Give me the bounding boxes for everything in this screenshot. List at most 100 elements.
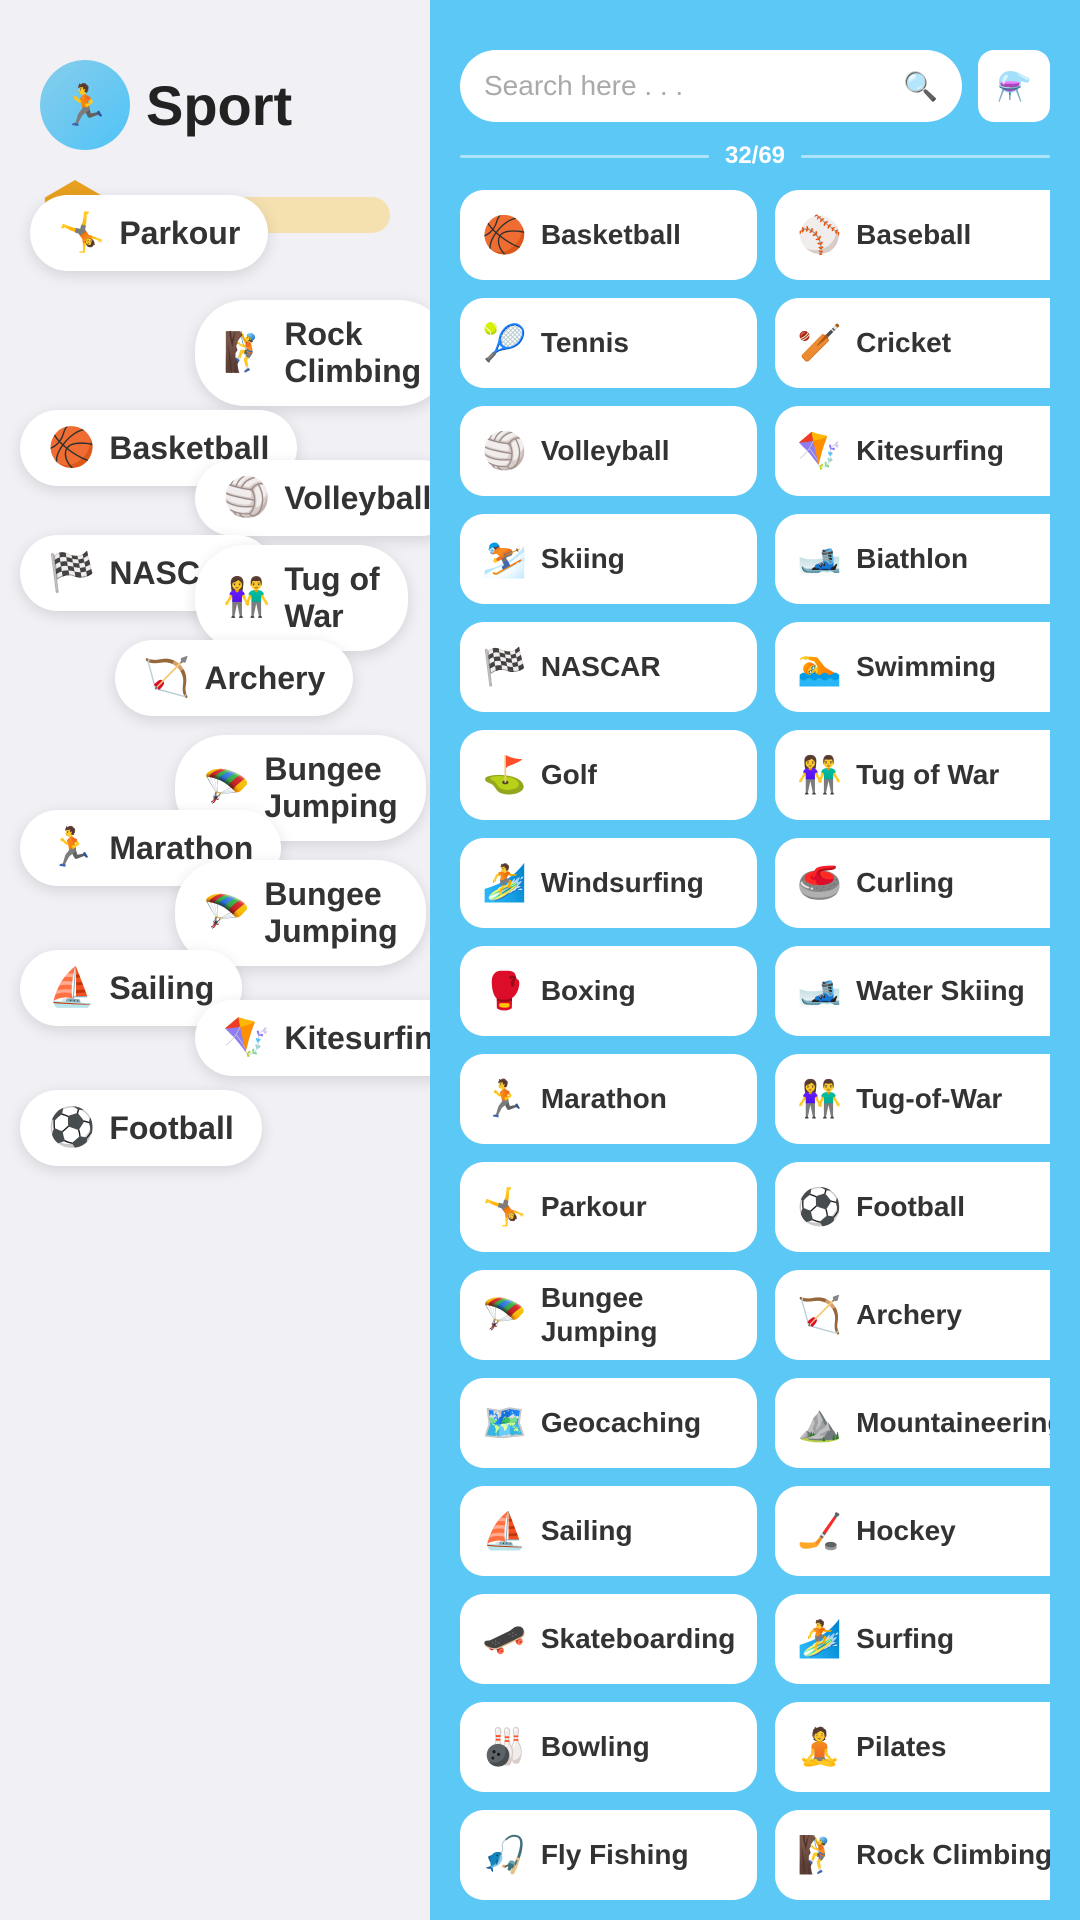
left-card-rock-climbing[interactable]: 🧗 Rock Climbing: [195, 300, 430, 406]
sport-label: Windsurfing: [541, 866, 704, 900]
sport-label: Bungee Jumping: [541, 1281, 735, 1348]
sport-emoji: 🛹: [482, 1618, 527, 1660]
sailing-emoji: ⛵: [48, 966, 95, 1010]
grid-sport-card[interactable]: 🥊Boxing: [460, 946, 757, 1036]
sport-emoji: 🎿: [797, 538, 842, 580]
sport-label: Water Skiing: [856, 974, 1025, 1008]
grid-sport-card[interactable]: 🎣Fly Fishing: [460, 1810, 757, 1900]
left-card-football[interactable]: ⚽ Football: [20, 1090, 262, 1166]
sport-emoji: 🧘: [797, 1726, 842, 1768]
sport-emoji: 🤸: [482, 1186, 527, 1228]
filter-button[interactable]: ⚗️: [978, 50, 1050, 122]
grid-sport-card[interactable]: 🏁NASCAR: [460, 622, 757, 712]
grid-sport-card[interactable]: 🏐 Volleyball: [460, 406, 757, 496]
sport-label: Parkour: [541, 1190, 647, 1224]
sport-label: Skiing: [541, 542, 625, 576]
count-line-left: [460, 155, 709, 158]
sport-label: Golf: [541, 758, 597, 792]
grid-sport-card[interactable]: ⛰️ Mountaineering: [775, 1378, 1050, 1468]
grid-sport-card[interactable]: 👫Tug-of-War: [775, 1054, 1050, 1144]
count-text: 32/69: [725, 142, 785, 170]
search-icon: 🔍: [903, 70, 938, 103]
parkour-label: Parkour: [119, 215, 240, 252]
grid-sport-card[interactable]: ⛳Golf: [460, 730, 757, 820]
grid-sport-card[interactable]: 🧗Rock Climbing: [775, 1810, 1050, 1900]
grid-sport-card[interactable]: 🪂 Bungee Jumping: [460, 1270, 757, 1360]
sport-label: Tug-of-War: [856, 1082, 1002, 1116]
sport-emoji: 🏒: [797, 1510, 842, 1552]
football-label: Football: [109, 1110, 233, 1147]
sport-emoji: 🏐: [482, 430, 527, 472]
grid-sport-card[interactable]: 🎳Bowling: [460, 1702, 757, 1792]
sport-label: Fly Fishing: [541, 1838, 689, 1872]
grid-sport-card[interactable]: ⚽Football: [775, 1162, 1050, 1252]
volleyball-emoji: 🏐: [223, 476, 270, 520]
tug-of-war-label: Tug of War: [284, 561, 379, 635]
grid-sport-card[interactable]: ⚾Baseball: [775, 190, 1050, 280]
grid-sport-card[interactable]: 🏹Archery: [775, 1270, 1050, 1360]
grid-sport-card[interactable]: 🎿 Water Skiing: [775, 946, 1050, 1036]
grid-sport-card[interactable]: 🛹Skateboarding: [460, 1594, 757, 1684]
sport-label: Swimming: [856, 650, 996, 684]
left-card-volleyball[interactable]: 🏐Volleyball: [195, 460, 430, 536]
rock-climbing-label: Rock Climbing: [284, 316, 421, 390]
sport-emoji: 🎾: [482, 322, 527, 364]
grid-sport-card[interactable]: 🏒Hockey: [775, 1486, 1050, 1576]
football-emoji: ⚽: [48, 1106, 95, 1150]
rock-climbing-emoji: 🧗: [223, 331, 270, 375]
kitesurfing-label: Kitesurfing: [284, 1020, 430, 1057]
grid-sport-card[interactable]: 🤸 Parkour: [460, 1162, 757, 1252]
sport-label: Archery: [856, 1298, 962, 1332]
grid-sport-card[interactable]: 🏊Swimming: [775, 622, 1050, 712]
grid-sport-card[interactable]: 🏏Cricket: [775, 298, 1050, 388]
bungee-jumping-1-label: Bungee Jumping: [264, 751, 397, 825]
sport-label: Sailing: [541, 1514, 633, 1548]
grid-sport-card[interactable]: 🏃Marathon: [460, 1054, 757, 1144]
sport-label: Football: [856, 1190, 965, 1224]
sport-label: Cricket: [856, 326, 951, 360]
app-icon: 🏃: [40, 60, 130, 150]
grid-sport-card[interactable]: 🗺️Geocaching: [460, 1378, 757, 1468]
archery-emoji: 🏹: [143, 656, 190, 700]
search-placeholder: Search here . . .: [484, 70, 891, 102]
grid-sport-card[interactable]: 🪁Kitesurfing: [775, 406, 1050, 496]
search-row: Search here . . . 🔍 ⚗️: [460, 50, 1050, 122]
grid-sport-card[interactable]: ⛵Sailing: [460, 1486, 757, 1576]
grid-sport-card[interactable]: 🎿Biathlon: [775, 514, 1050, 604]
bungee-jumping-2-label: Bungee Jumping: [264, 876, 397, 950]
sport-label: Tug of War: [856, 758, 999, 792]
sport-emoji: ⛷️: [482, 538, 527, 580]
grid-sport-card[interactable]: 🎾Tennis: [460, 298, 757, 388]
sport-emoji: 🗺️: [482, 1402, 527, 1444]
app-header: 🏃 Sport: [0, 0, 430, 170]
sport-emoji: 🏃: [482, 1078, 527, 1120]
grid-sport-card[interactable]: 🧘 Pilates: [775, 1702, 1050, 1792]
sport-emoji: 🪂: [482, 1294, 527, 1336]
sport-label: Baseball: [856, 218, 971, 252]
grid-sport-card[interactable]: 🏄Surfing: [775, 1594, 1050, 1684]
grid-sport-card[interactable]: 👫 Tug of War: [775, 730, 1050, 820]
archery-label: Archery: [204, 660, 325, 697]
count-row: 32/69: [460, 142, 1050, 170]
sport-label: Mountaineering: [856, 1406, 1050, 1440]
search-box[interactable]: Search here . . . 🔍: [460, 50, 962, 122]
grid-sport-card[interactable]: 🏄 Windsurfing: [460, 838, 757, 928]
left-card-kitesurfing[interactable]: 🪁 Kitesurfing: [195, 1000, 430, 1076]
grid-sport-card[interactable]: 🏀Basketball: [460, 190, 757, 280]
sport-emoji: 🏄: [482, 862, 527, 904]
sport-emoji: 🎿: [797, 970, 842, 1012]
left-card-tug-of-war[interactable]: 👫 Tug of War: [195, 545, 408, 651]
kitesurfing-emoji: 🪁: [223, 1016, 270, 1060]
left-card-archery[interactable]: 🏹 Archery: [115, 640, 353, 716]
grid-sport-card[interactable]: 🥌Curling: [775, 838, 1050, 928]
sport-label: Pilates: [856, 1730, 946, 1764]
grid-sport-card[interactable]: ⛷️ Skiing: [460, 514, 757, 604]
right-panel: Search here . . . 🔍 ⚗️ 32/69 🏀Basketball…: [430, 0, 1080, 1920]
left-card-parkour[interactable]: 🤸 Parkour: [30, 195, 268, 271]
sport-emoji: 👫: [797, 754, 842, 796]
tug-of-war-emoji: 👫: [223, 576, 270, 620]
sport-emoji: ⛰️: [797, 1402, 842, 1444]
parkour-emoji: 🤸: [58, 211, 105, 255]
sport-emoji: 🥌: [797, 862, 842, 904]
sport-label: Volleyball: [541, 434, 670, 468]
